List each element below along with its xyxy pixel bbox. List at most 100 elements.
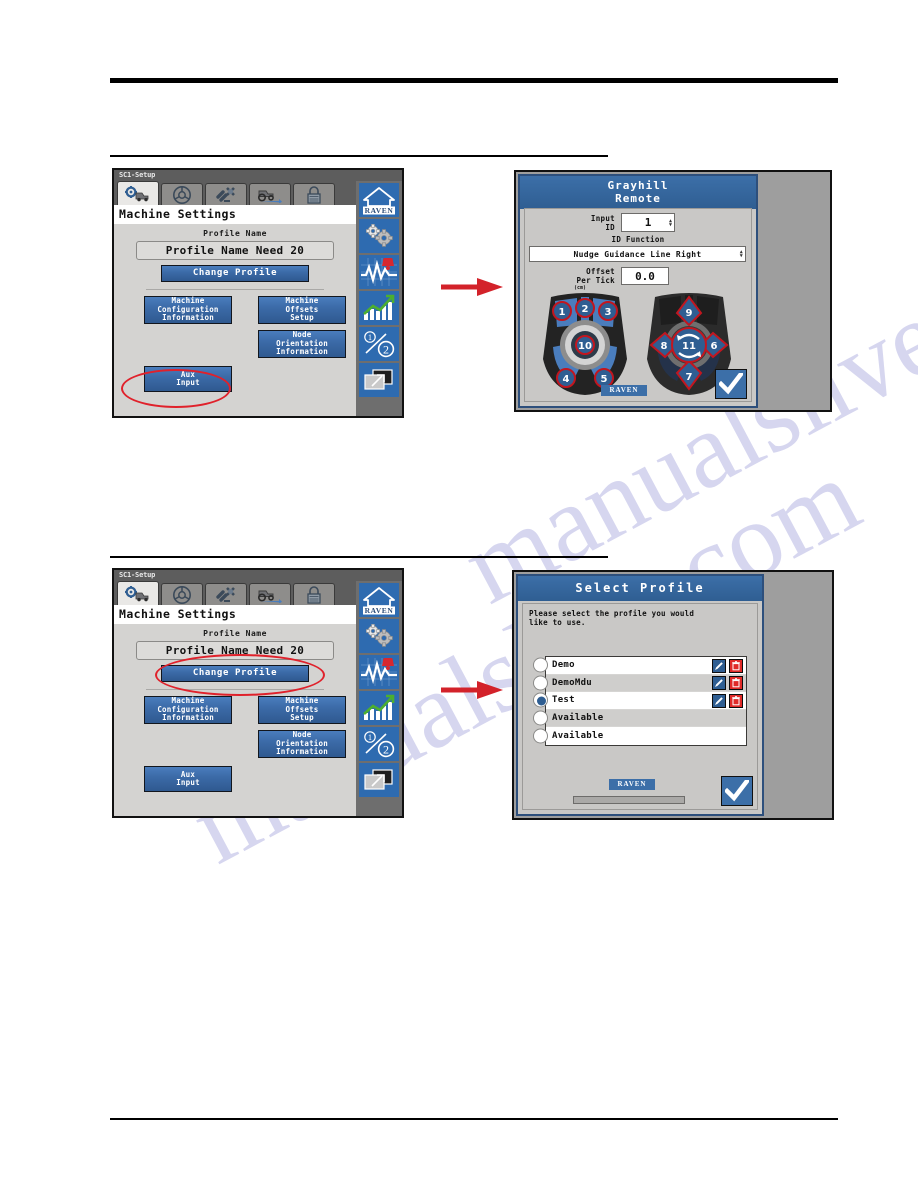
row-actions: [712, 693, 743, 708]
right-arrow-icon: [441, 681, 503, 699]
lock-icon: [307, 585, 321, 604]
node-orientation-information-button[interactable]: Node Orientation Information: [258, 730, 346, 758]
machine-offsets-setup-button[interactable]: Machine Offsets Setup: [258, 296, 346, 324]
grayhill-remote-dialog: Grayhill Remote Input ID 1 ▲ ▼ ID Functio…: [514, 170, 832, 412]
terminal-titlebar: SC1-Setup: [114, 170, 402, 181]
edit-profile-button[interactable]: [712, 693, 726, 708]
steering-tab[interactable]: [161, 583, 203, 605]
diagnostics-waveform-alarm-icon: [361, 658, 397, 686]
gps-tab[interactable]: [205, 183, 247, 205]
input-id-field[interactable]: 1 ▲ ▼: [621, 213, 675, 232]
sidebar-item-screen-fraction[interactable]: 1 2: [359, 727, 399, 761]
change-profile-button[interactable]: Change Profile: [161, 265, 309, 282]
id-function-label: ID Function: [611, 235, 665, 244]
svg-text:9: 9: [686, 308, 693, 319]
diagnostics-waveform-alarm-icon: [361, 258, 397, 286]
machine-setup-tab[interactable]: [117, 581, 159, 605]
aux-input-button[interactable]: Aux Input: [144, 366, 232, 392]
aux-input-button[interactable]: Aux Input: [144, 766, 232, 792]
list-item[interactable]: Available: [533, 727, 746, 745]
delete-profile-button[interactable]: [729, 658, 743, 673]
offset-per-tick-label: Offset Per Tick: [576, 267, 615, 285]
dialog-title: Grayhill Remote: [520, 176, 756, 209]
machine-configuration-information-button[interactable]: Machine Configuration Information: [144, 696, 232, 724]
horizontal-scrollbar[interactable]: [573, 796, 685, 804]
profile-radio[interactable]: [533, 657, 548, 673]
offset-per-tick-field[interactable]: 0.0: [621, 267, 669, 285]
checkmark-icon: [725, 780, 749, 802]
implement-tab[interactable]: [249, 583, 291, 605]
dialog-title-line2: Remote: [615, 192, 661, 205]
node-orientation-information-button[interactable]: Node Orientation Information: [258, 330, 346, 358]
flow-arrow-2: [441, 678, 505, 707]
profile-name-label: Profile Name: [203, 229, 267, 238]
profile-name-value: Profile Name Need 20: [136, 241, 334, 260]
input-id-stepper[interactable]: ▲ ▼: [669, 218, 672, 227]
tractor-icon: [257, 590, 282, 603]
page-header-rule: [110, 78, 838, 83]
sidebar-item-settings[interactable]: [359, 219, 399, 253]
figure-1-rule: [110, 155, 608, 157]
sidebar-item-home[interactable]: RAVEN: [359, 183, 399, 217]
delete-profile-button[interactable]: [729, 693, 743, 708]
page-title: Machine Settings: [114, 205, 356, 224]
edit-profile-button[interactable]: [712, 658, 726, 673]
window-swap-icon: [364, 369, 393, 390]
machine-offsets-setup-button[interactable]: Machine Offsets Setup: [258, 696, 346, 724]
svg-text:1: 1: [368, 733, 372, 742]
change-profile-button[interactable]: Change Profile: [161, 665, 309, 682]
tab-strip: [114, 181, 356, 205]
sidebar-item-window-swap[interactable]: [359, 363, 399, 397]
profile-list: Demo DemoMdu Test Available Available: [533, 656, 747, 746]
accept-button[interactable]: [715, 369, 747, 399]
sidebar-item-window-swap[interactable]: [359, 763, 399, 797]
list-item[interactable]: Demo: [533, 657, 746, 675]
dialog-message: Please select the profile you would like…: [529, 609, 695, 627]
list-item[interactable]: DemoMdu: [533, 674, 746, 692]
machine-settings-content: Profile Name Profile Name Need 20 Change…: [114, 624, 356, 816]
list-item[interactable]: Test: [533, 692, 746, 710]
raven-brand-badge: RAVEN: [601, 385, 647, 396]
sidebar-item-diagnostics[interactable]: [359, 655, 399, 689]
id-function-stepper[interactable]: ▲ ▼: [740, 250, 743, 259]
profile-name: Test: [552, 695, 575, 706]
machine-setup-tab[interactable]: [117, 181, 159, 205]
implement-tab[interactable]: [249, 183, 291, 205]
sidebar-item-screen-fraction[interactable]: 1 2: [359, 327, 399, 361]
profile-radio[interactable]: [533, 728, 548, 744]
sidebar-item-home[interactable]: RAVEN: [359, 583, 399, 617]
id-function-field[interactable]: Nudge Guidance Line Right ▲ ▼: [529, 246, 746, 262]
input-id-label: Input ID: [590, 214, 615, 232]
id-function-value: Nudge Guidance Line Right: [573, 249, 702, 259]
svg-text:5: 5: [601, 374, 608, 385]
settings-button-grid: Machine Configuration Information Machin…: [122, 294, 348, 394]
steering-wheel-icon: [173, 185, 191, 204]
sidebar-item-performance[interactable]: [359, 691, 399, 725]
machine-configuration-information-button[interactable]: Machine Configuration Information: [144, 296, 232, 324]
terminal-titlebar: SC1-Setup: [114, 570, 402, 581]
list-item[interactable]: Available: [533, 709, 746, 727]
edit-profile-button[interactable]: [712, 676, 726, 690]
gear-truck-icon: [125, 585, 149, 601]
profile-radio[interactable]: [533, 675, 548, 691]
profile-radio[interactable]: [533, 710, 548, 726]
delete-profile-button[interactable]: [729, 676, 743, 690]
lock-tab[interactable]: [293, 583, 335, 605]
profile-name: DemoMdu: [552, 677, 593, 688]
settings-gears-icon: [366, 624, 393, 647]
offset-per-tick-value: 0.0: [635, 269, 655, 283]
steering-tab[interactable]: [161, 183, 203, 205]
sidebar-item-diagnostics[interactable]: [359, 255, 399, 289]
gps-tab[interactable]: [205, 583, 247, 605]
lock-tab[interactable]: [293, 183, 335, 205]
pencil-icon: [715, 696, 723, 705]
select-profile-panel: Please select the profile you would like…: [522, 603, 758, 810]
accept-button[interactable]: [721, 776, 753, 806]
profile-radio-selected[interactable]: [533, 692, 548, 708]
svg-text:11: 11: [682, 341, 696, 352]
sidebar-item-settings[interactable]: [359, 619, 399, 653]
terminal-body: Machine Settings Profile Name Profile Na…: [114, 581, 356, 816]
svg-text:RAVEN: RAVEN: [365, 206, 394, 215]
steering-wheel-icon: [173, 585, 191, 604]
sidebar-item-performance[interactable]: [359, 291, 399, 325]
